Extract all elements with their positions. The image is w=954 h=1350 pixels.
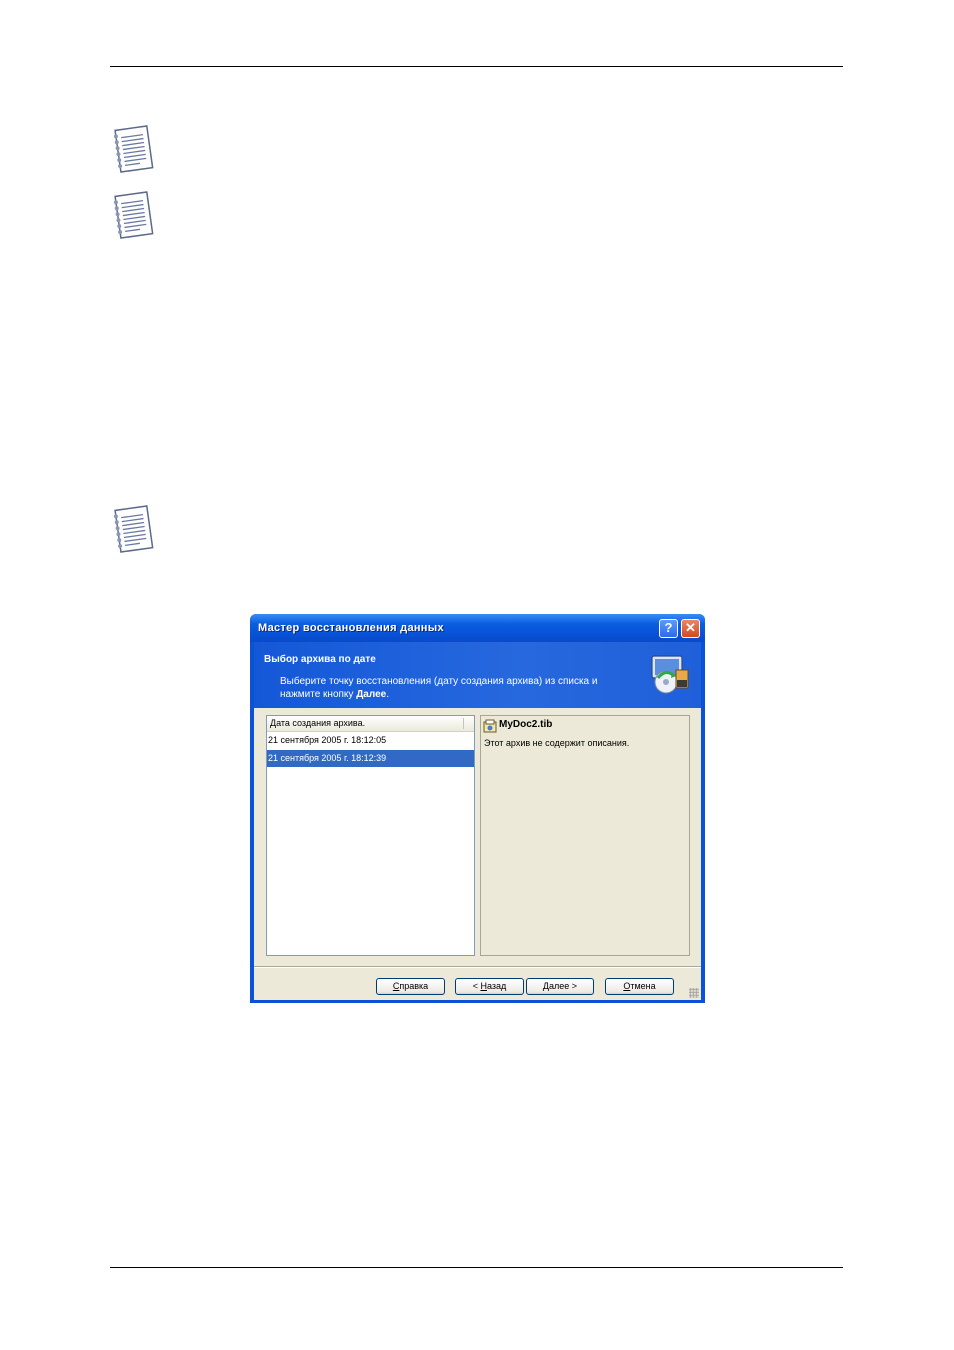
step-description-suffix: .: [386, 689, 389, 700]
step-description-prefix: нажмите кнопку: [280, 689, 357, 700]
step-title: Выбор архива по дате: [264, 654, 376, 665]
step-description-line1: Выберите точку восстановления (дату созд…: [280, 676, 598, 687]
back-button[interactable]: < Назад: [455, 978, 524, 995]
cancel-button[interactable]: Отмена: [605, 978, 674, 995]
restore-wizard-dialog: Мастер восстановления данных ? ✕ Выбор а…: [250, 614, 705, 1003]
column-header-label: Дата создания архива.: [270, 718, 366, 728]
archive-date-list[interactable]: Дата создания архива. 21 сентября 2005 г…: [266, 715, 475, 956]
next-label: алее >: [549, 981, 578, 991]
list-item-selected[interactable]: 21 сентября 2005 г. 18:12:39: [267, 750, 474, 767]
help-title-button[interactable]: ?: [659, 619, 678, 638]
list-item[interactable]: 21 сентября 2005 г. 18:12:05: [267, 732, 474, 749]
dialog-title: Мастер восстановления данных: [258, 622, 444, 634]
step-description-bold: Далее: [356, 689, 387, 700]
archive-details-panel: MyDoc2.tib Этот архив не содержит описан…: [480, 715, 690, 956]
cancel-label: тмена: [630, 981, 656, 991]
title-bar[interactable]: Мастер восстановления данных ? ✕: [250, 614, 705, 642]
close-button[interactable]: ✕: [681, 619, 700, 638]
resize-grip[interactable]: [689, 988, 699, 998]
notepad-icon: [113, 191, 154, 239]
restore-wizard-icon: [651, 655, 689, 694]
notepad-icon: [113, 505, 154, 553]
list-column-header[interactable]: Дата создания архива.: [267, 716, 474, 732]
archive-file-icon: [483, 719, 497, 733]
button-area-divider: [254, 966, 701, 968]
archive-description: Этот архив не содержит описания.: [484, 738, 630, 748]
footer-rule: [110, 1267, 843, 1268]
step-description: Выберите точку восстановления (дату созд…: [280, 675, 640, 701]
wizard-header: Выбор архива по дате Выберите точку восс…: [254, 642, 701, 708]
wizard-body: Дата создания архива. 21 сентября 2005 г…: [254, 708, 701, 1000]
notepad-icon: [113, 125, 154, 173]
archive-name: MyDoc2.tib: [499, 719, 553, 730]
back-label: азад: [486, 981, 507, 991]
column-separator[interactable]: [463, 718, 464, 729]
header-rule: [110, 66, 843, 67]
help-button[interactable]: Справка: [376, 978, 445, 995]
next-button[interactable]: Далее >: [526, 978, 594, 995]
help-label: правка: [399, 981, 429, 991]
